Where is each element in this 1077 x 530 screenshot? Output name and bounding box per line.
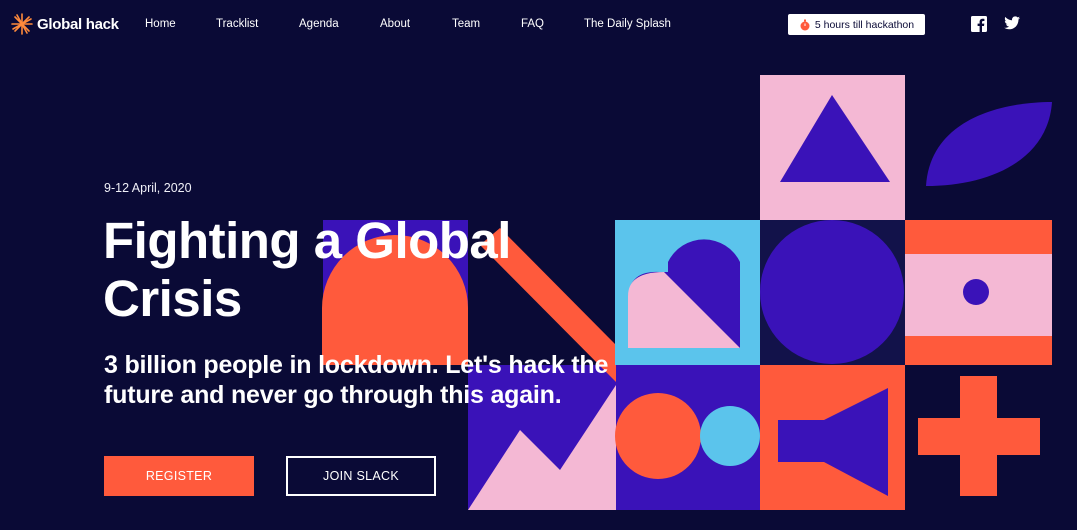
hero-title: Fighting a Global Crisis [103, 212, 623, 328]
sunburst-icon [11, 13, 33, 35]
countdown-badge[interactable]: 5 hours till hackathon [788, 14, 925, 35]
logo-text: Global hack [37, 15, 119, 33]
nav-link-daily-splash[interactable]: The Daily Splash [584, 18, 671, 30]
art-circle-large [760, 220, 904, 364]
nav-link-agenda[interactable]: Agenda [299, 18, 339, 30]
nav-link-home[interactable]: Home [145, 18, 176, 30]
twitter-icon[interactable] [1004, 16, 1020, 30]
art-leaf [926, 102, 1052, 186]
art-dot [963, 279, 989, 305]
hero-subtitle-line1: 3 billion people in lockdown. Let's hack… [104, 351, 609, 379]
hero-subtitle-line2: future and never go through this again. [104, 381, 562, 409]
art-circle-sky [700, 406, 760, 466]
art-plus-horizontal [918, 418, 1040, 455]
nav-link-about[interactable]: About [380, 18, 410, 30]
nav-link-faq[interactable]: FAQ [521, 18, 544, 30]
hero-subtitle: 3 billion people in lockdown. Let's hack… [104, 350, 684, 410]
logo[interactable]: Global hack [11, 13, 119, 35]
nav-link-tracklist[interactable]: Tracklist [216, 18, 258, 30]
join-slack-button[interactable]: JOIN SLACK [286, 456, 436, 496]
timer-icon [800, 19, 810, 30]
countdown-text: 5 hours till hackathon [814, 18, 915, 31]
register-button[interactable]: REGISTER [104, 456, 254, 496]
nav-link-team[interactable]: Team [452, 18, 480, 30]
hero-title-line2: Crisis [103, 270, 242, 327]
top-nav: Global hack Home Tracklist Agenda About … [0, 0, 1077, 50]
event-date: 9-12 April, 2020 [104, 181, 192, 195]
facebook-icon[interactable] [971, 16, 987, 32]
hero-title-line1: Fighting a Global [103, 212, 511, 269]
